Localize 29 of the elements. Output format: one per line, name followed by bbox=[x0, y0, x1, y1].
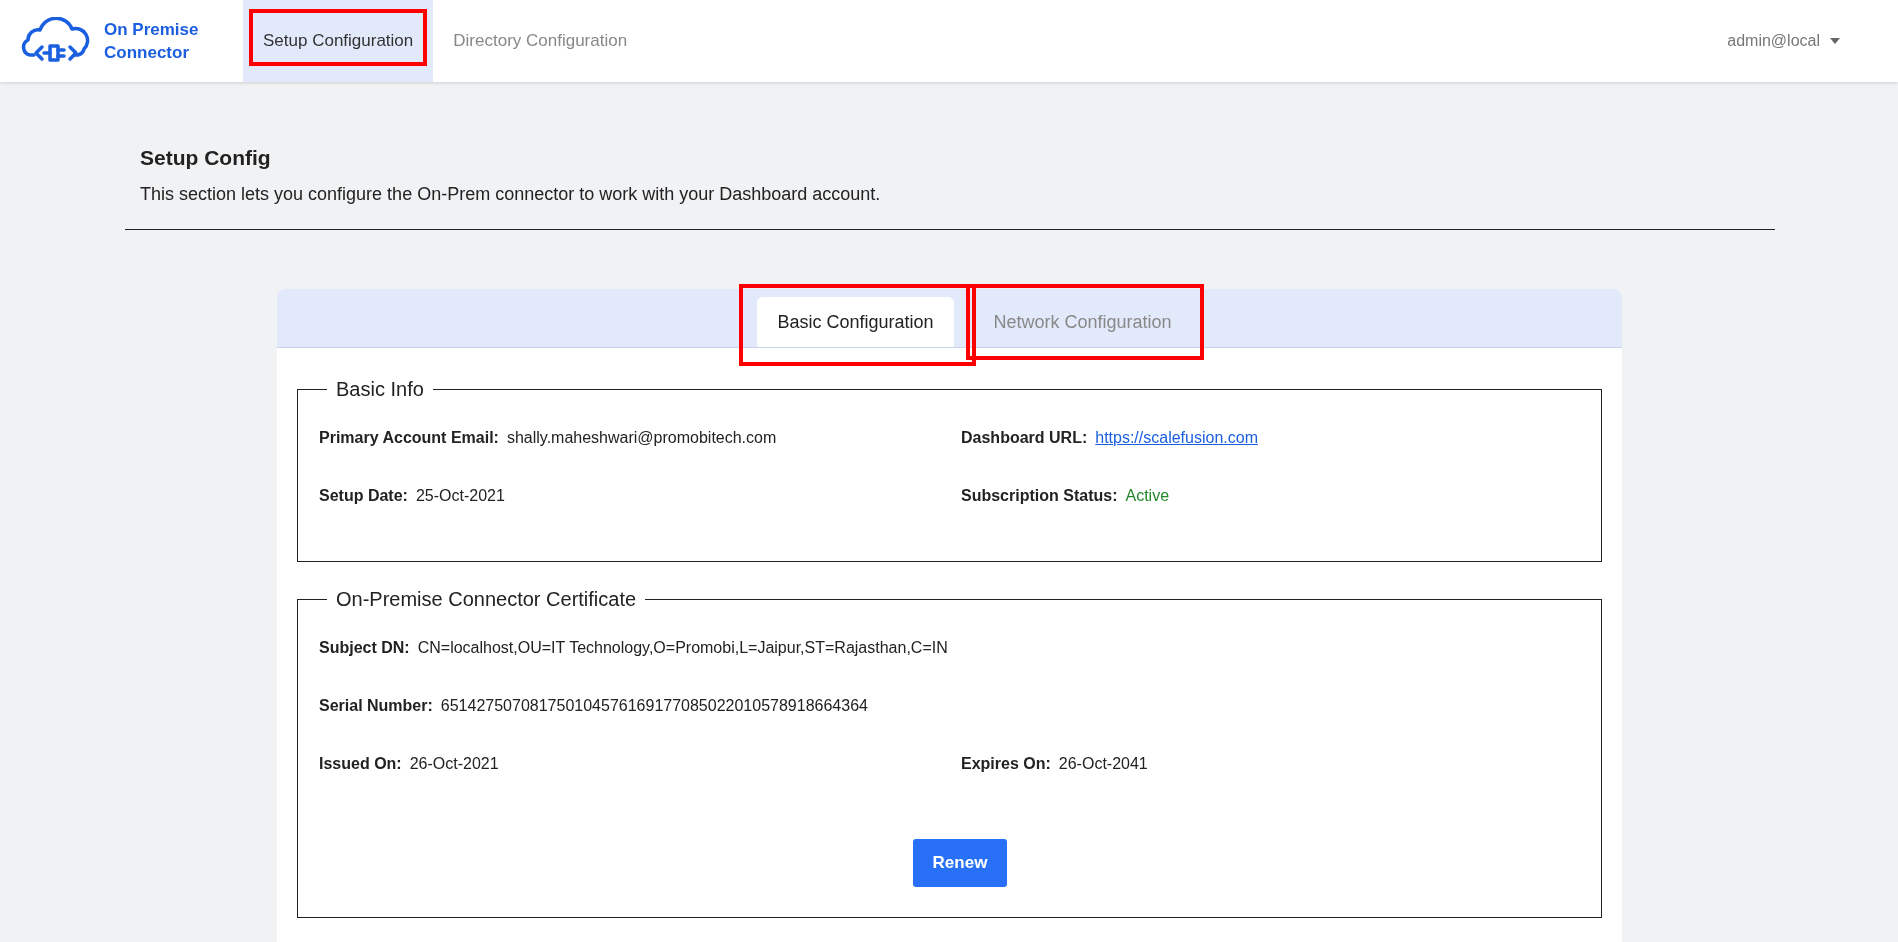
dashboard-url-link[interactable]: https://scalefusion.com bbox=[1095, 429, 1258, 447]
page-description: This section lets you configure the On-Prem connector to work with your Dashboard account. bbox=[140, 184, 882, 205]
page-title: Setup Config bbox=[140, 146, 272, 170]
field-label: Setup Date: bbox=[319, 487, 408, 505]
field-value: 26-Oct-2021 bbox=[409, 755, 499, 773]
status-value: Active bbox=[1125, 487, 1170, 505]
field-label: Primary Account Email: bbox=[319, 429, 499, 447]
config-tab[interactable]: Network Configuration bbox=[973, 297, 1192, 347]
nav-tab[interactable]: Directory Configuration bbox=[433, 0, 648, 82]
field-value: CN=localhost,OU=IT Technology,O=Promobi,L=Jaipur,ST=Rajasthan,C=IN bbox=[417, 639, 948, 657]
field-value: 651427507081750104576169177085022010578918664364 bbox=[440, 697, 868, 715]
section-legend: Basic Info bbox=[327, 378, 433, 401]
section-legend: On-Premise Connector Certificate bbox=[327, 588, 646, 611]
config-tab[interactable]: Basic Configuration bbox=[757, 297, 954, 347]
caret-icon[interactable] bbox=[1830, 38, 1840, 44]
cloud-plug-logo-icon bbox=[20, 17, 92, 65]
brand-name: On Premise Connector bbox=[104, 19, 200, 64]
field-value: shally.maheshwari@promobitech.com bbox=[506, 429, 777, 447]
user-menu[interactable]: admin@local bbox=[1727, 32, 1820, 50]
field-label: Subscription Status: bbox=[961, 487, 1118, 505]
field-label: Serial Number: bbox=[319, 697, 433, 715]
renew-button[interactable]: Renew bbox=[912, 839, 1008, 887]
nav-tab[interactable]: Setup Configuration bbox=[243, 0, 434, 82]
field-value: 26-Oct-2041 bbox=[1058, 755, 1148, 773]
field-label: Expires On: bbox=[961, 755, 1051, 773]
field-label: Dashboard URL: bbox=[961, 429, 1088, 447]
field-label: Subject DN: bbox=[319, 639, 410, 657]
field-value: 25-Oct-2021 bbox=[415, 487, 505, 505]
field-label: Issued On: bbox=[319, 755, 402, 773]
